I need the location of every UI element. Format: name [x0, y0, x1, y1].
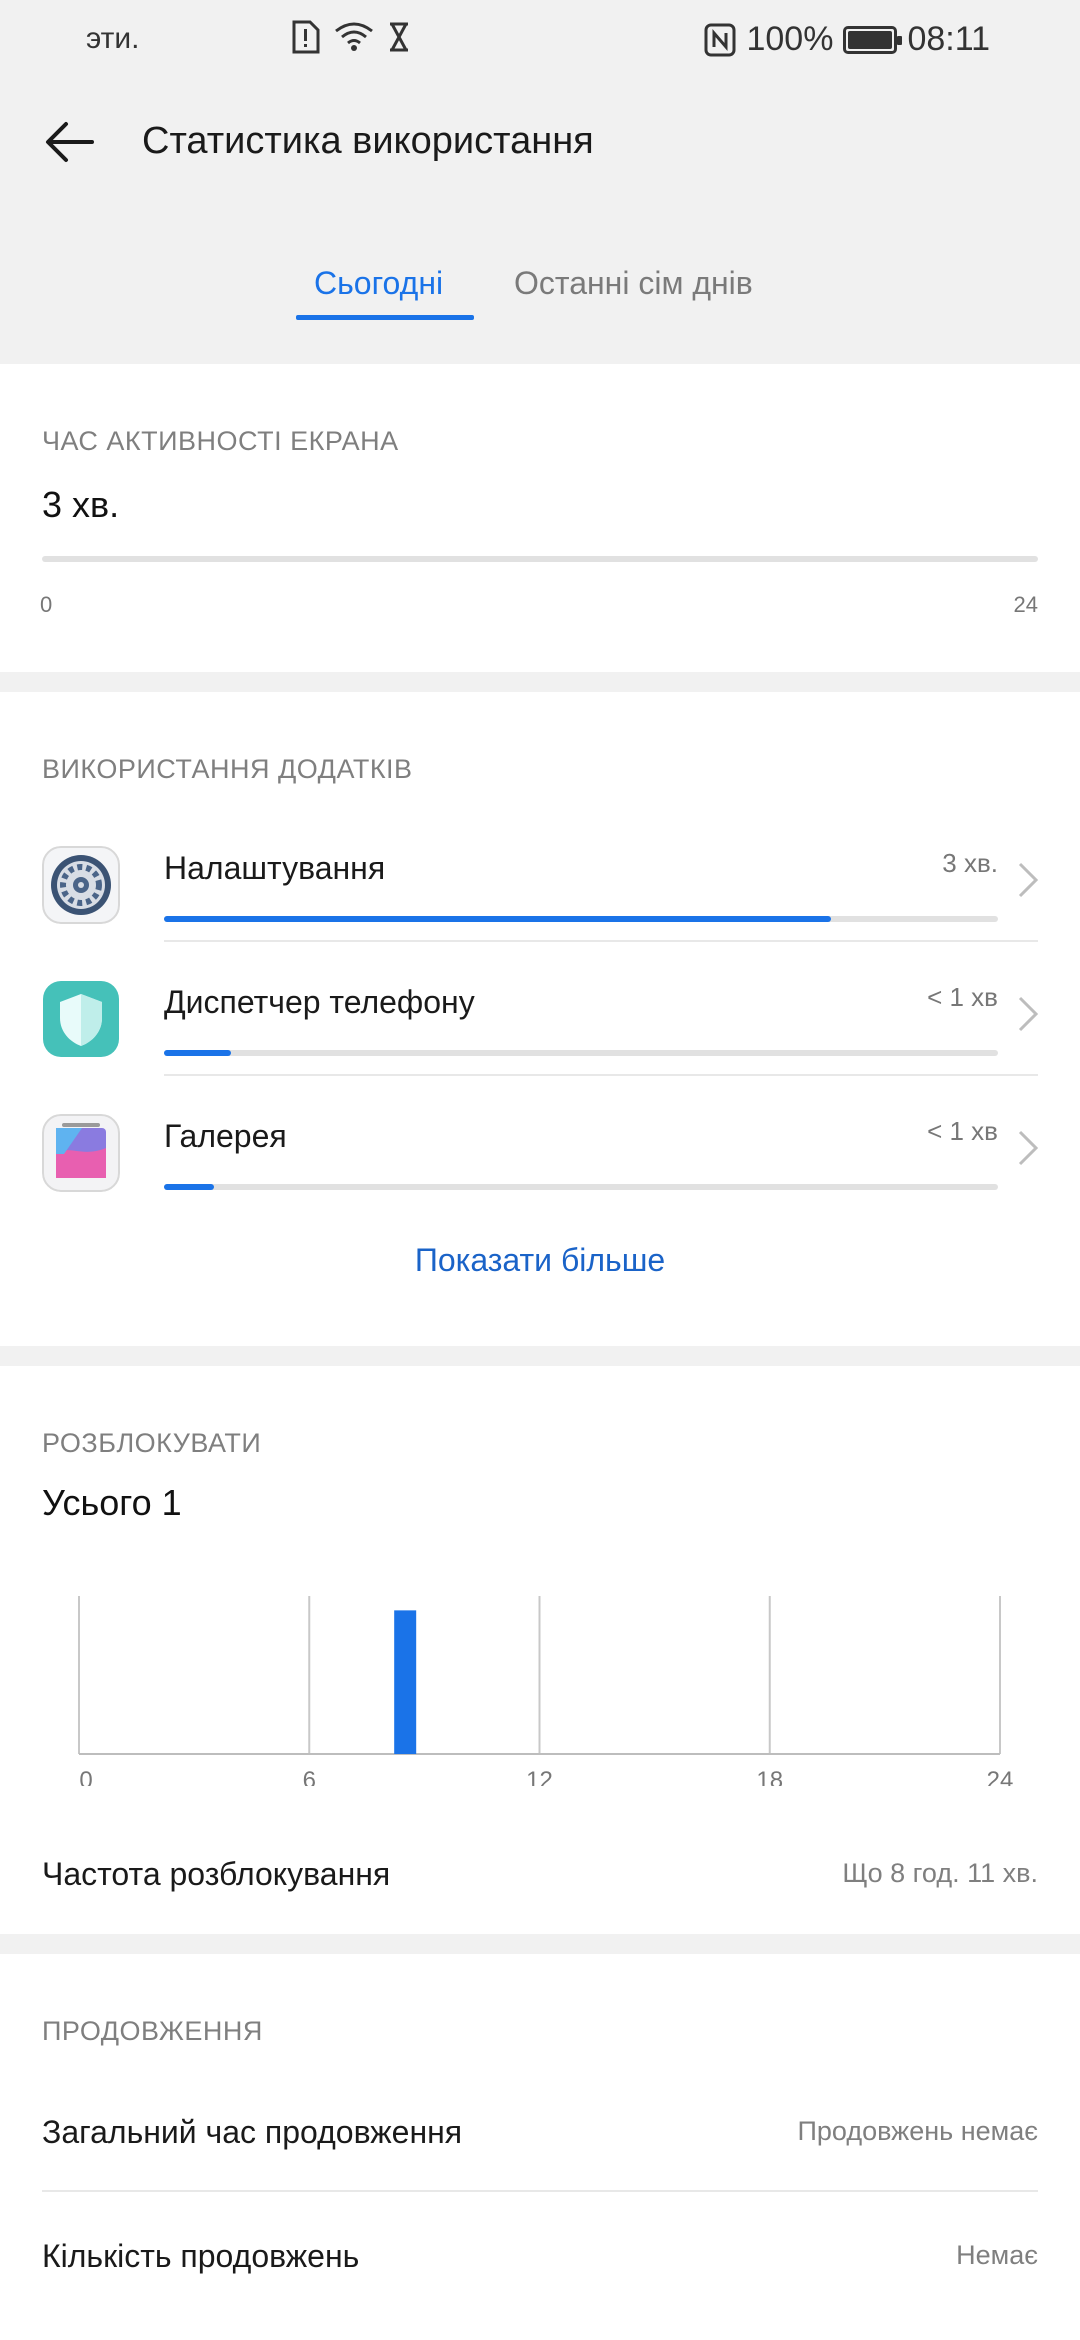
shield-icon: [43, 981, 119, 1057]
app-usage-bar-fill: [164, 1050, 231, 1056]
nfc-icon: [704, 23, 736, 56]
show-more-button[interactable]: Показати більше: [0, 1242, 1080, 1279]
app-usage-bar: [164, 1184, 998, 1190]
app-name: Налаштування: [164, 850, 386, 886]
status-bar: эти. 100% 08:11: [0, 0, 1080, 82]
extension-count-value: Немає: [956, 2240, 1038, 2270]
tab-bar: Сьогодні Останні сім днів: [0, 255, 1080, 325]
extension-total-time-value: Продовжень немає: [797, 2116, 1039, 2146]
extensions-label: ПРОДОВЖЕННЯ: [42, 2016, 263, 2046]
row-divider: [164, 940, 1038, 942]
extension-total-time-label: Загальний час продовження: [42, 2114, 463, 2150]
status-carrier-text: эти.: [86, 22, 140, 55]
wifi-icon: [335, 22, 373, 51]
unlock-frequency-label: Частота розблокування: [42, 1856, 391, 1892]
page-title: Статистика використання: [142, 120, 594, 162]
unlocks-total: Усього 1: [42, 1482, 182, 1523]
tab-indicator: [296, 315, 474, 320]
app-usage-bar-fill: [164, 916, 832, 922]
unlock-frequency-value: Що 8 год. 11 хв.: [842, 1858, 1038, 1888]
unlock-chart: 0 6 12 18 24: [78, 1596, 1014, 1786]
app-usage-bar: [164, 916, 998, 922]
chevron-right-icon: [1018, 1130, 1039, 1166]
chevron-right-icon: [1018, 862, 1039, 898]
chart-x-tick-label: 12: [526, 1767, 553, 1786]
extension-count-label: Кількість продовжень: [42, 2238, 360, 2274]
chart-x-tick-label: 18: [756, 1767, 783, 1786]
chart-x-tick-label: 6: [303, 1767, 316, 1786]
battery-percent: 100%: [746, 20, 834, 58]
tab-last-seven-days[interactable]: Останні сім днів: [514, 265, 753, 302]
app-usage-label: ВИКОРИСТАННЯ ДОДАТКІВ: [42, 754, 413, 784]
tab-today[interactable]: Сьогодні: [314, 265, 443, 302]
status-right: 100% 08:11: [704, 20, 990, 59]
chart-bar: [394, 1610, 417, 1754]
screen-time-bar: [42, 556, 1038, 562]
chevron-right-icon: [1018, 996, 1039, 1032]
app-usage-bar-fill: [164, 1184, 215, 1190]
back-arrow-icon[interactable]: [40, 112, 100, 172]
status-time: 08:11: [907, 20, 990, 58]
app-usage-bar: [164, 1050, 998, 1056]
screen-time-label: ЧАС АКТИВНОСТІ ЕКРАНА: [42, 426, 399, 456]
status-icons: [290, 20, 410, 54]
app-time: < 1 хв: [927, 1116, 998, 1146]
app-name: Галерея: [164, 1118, 287, 1154]
row-divider: [42, 2190, 1038, 2192]
sim-alert-icon: [292, 20, 320, 54]
app-time: < 1 хв: [927, 982, 998, 1012]
screen-time-axis-min: 0: [40, 592, 53, 617]
chart-x-tick-label: 0: [79, 1767, 92, 1786]
row-divider: [164, 1074, 1038, 1076]
screen-time-card: ЧАС АКТИВНОСТІ ЕКРАНА 3 хв. 0 24: [0, 364, 1080, 672]
app-row-gallery[interactable]: Галерея < 1 хв: [0, 1094, 1080, 1228]
screen-time-value: 3 хв.: [42, 484, 120, 525]
screen-time-axis-max: 24: [1013, 592, 1038, 617]
unlocks-label: РОЗБЛОКУВАТИ: [42, 1428, 262, 1458]
app-usage-card: ВИКОРИСТАННЯ ДОДАТКІВ Налаштування 3 хв.…: [0, 692, 1080, 1346]
gallery-icon: [42, 1114, 120, 1192]
settings-gear-icon: [42, 846, 120, 924]
hourglass-icon: [390, 22, 408, 52]
battery-icon: [843, 25, 903, 54]
unlocks-card: РОЗБЛОКУВАТИ Усього 1 0 6 12 18 24 Частота р…: [0, 1366, 1080, 1934]
app-time: 3 хв.: [942, 848, 998, 878]
chart-x-tick-label: 24: [987, 1767, 1014, 1786]
app-name: Диспетчер телефону: [164, 984, 475, 1020]
extensions-card: ПРОДОВЖЕННЯ Загальний час продовження Пр…: [0, 1954, 1080, 2340]
